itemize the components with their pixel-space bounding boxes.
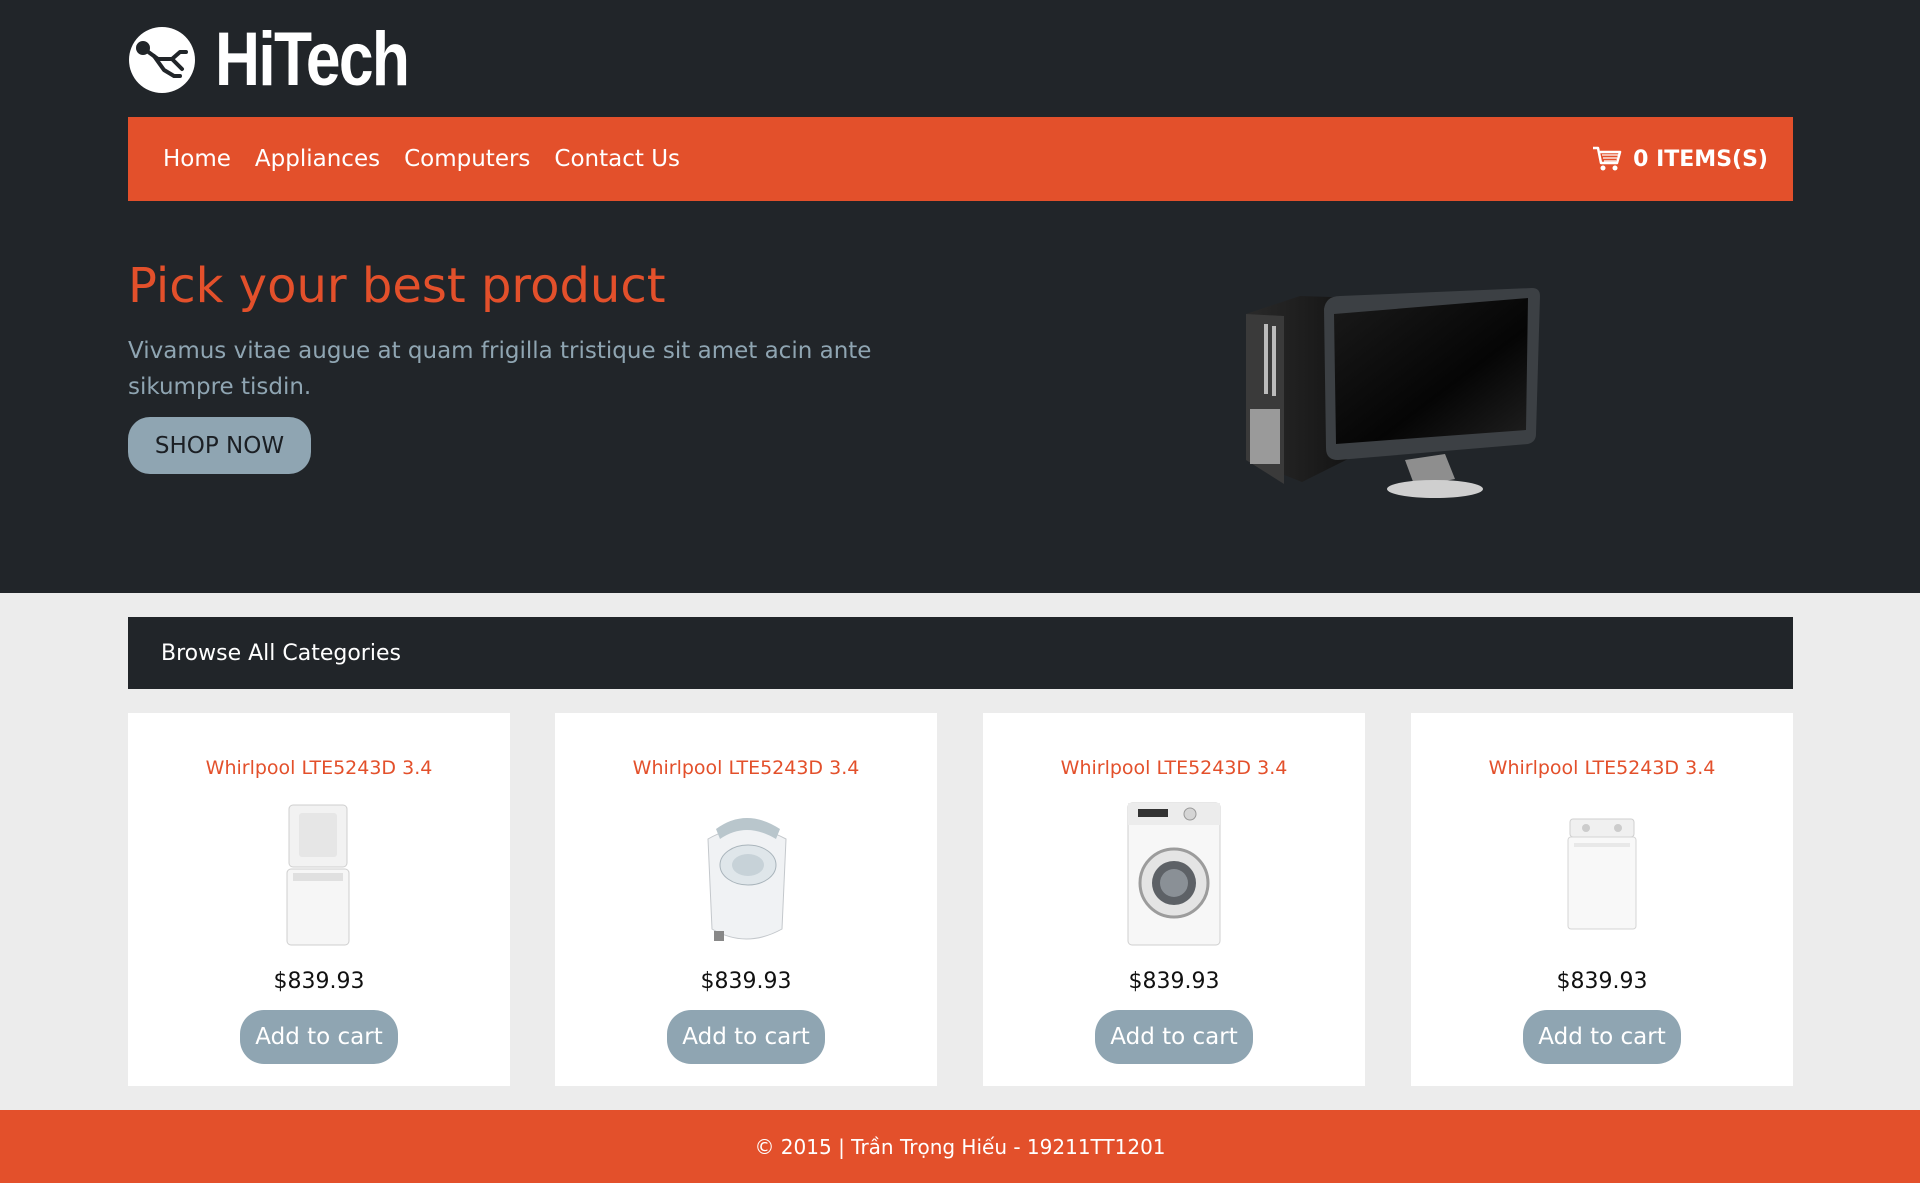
logo-text: HiTech (215, 17, 410, 102)
logo-icon (129, 27, 195, 93)
cart-count-label: 0 ITEMS(S) (1633, 146, 1768, 172)
front-load-washer-image (1127, 802, 1221, 946)
product-price: $839.93 (273, 969, 365, 994)
browse-categories-title: Browse All Categories (161, 640, 401, 666)
main-navbar: Home Appliances Computers Contact Us 0 I… (128, 117, 1793, 201)
product-card: Whirlpool LTE5243D 3.4 $839.93 Add to ca… (1411, 713, 1793, 1086)
top-load-washer-image (1567, 818, 1637, 930)
shop-now-button[interactable]: SHOP NOW (128, 417, 311, 474)
cart-button[interactable]: 0 ITEMS(S) (1592, 146, 1768, 172)
header-section: HiTech Home Appliances Computers Contact… (0, 0, 1920, 593)
product-card: Whirlpool LTE5243D 3.4 $839.93 Add to ca… (555, 713, 937, 1086)
add-to-cart-button[interactable]: Add to cart (1523, 1010, 1681, 1064)
nav-item-home[interactable]: Home (163, 146, 231, 172)
site-footer: © 2015 | Trần Trọng Hiếu - 19211TT1201 (0, 1110, 1920, 1183)
product-title[interactable]: Whirlpool LTE5243D 3.4 (128, 757, 510, 779)
add-to-cart-button[interactable]: Add to cart (1095, 1010, 1253, 1064)
stacked-washer-dryer-image (286, 804, 350, 946)
hero-computer-image (1246, 288, 1540, 498)
product-title[interactable]: Whirlpool LTE5243D 3.4 (983, 757, 1365, 779)
portable-washer-image (707, 818, 787, 941)
product-grid: Whirlpool LTE5243D 3.4 $839.93 Add to ca… (128, 713, 1793, 1086)
hero-description: Vivamus vitae augue at quam frigilla tri… (128, 338, 872, 400)
nav-item-computers[interactable]: Computers (404, 146, 530, 172)
add-to-cart-button[interactable]: Add to cart (667, 1010, 825, 1064)
product-price: $839.93 (1556, 969, 1648, 994)
nav-item-appliances[interactable]: Appliances (255, 146, 380, 172)
product-title[interactable]: Whirlpool LTE5243D 3.4 (555, 757, 937, 779)
product-price: $839.93 (700, 969, 792, 994)
nav-item-contact-us[interactable]: Contact Us (554, 146, 680, 172)
product-card: Whirlpool LTE5243D 3.4 $839.93 Add to ca… (983, 713, 1365, 1086)
browse-categories-bar: Browse All Categories (128, 617, 1793, 689)
product-price: $839.93 (1128, 969, 1220, 994)
add-to-cart-button[interactable]: Add to cart (240, 1010, 398, 1064)
hero-title: Pick your best product (128, 258, 666, 314)
product-card: Whirlpool LTE5243D 3.4 $839.93 Add to ca… (128, 713, 510, 1086)
cart-icon (1593, 146, 1622, 171)
site-logo[interactable]: HiTech (128, 22, 451, 98)
product-title[interactable]: Whirlpool LTE5243D 3.4 (1411, 757, 1793, 779)
nav-links: Home Appliances Computers Contact Us (163, 146, 704, 172)
footer-text: © 2015 | Trần Trọng Hiếu - 19211TT1201 (754, 1134, 1166, 1159)
